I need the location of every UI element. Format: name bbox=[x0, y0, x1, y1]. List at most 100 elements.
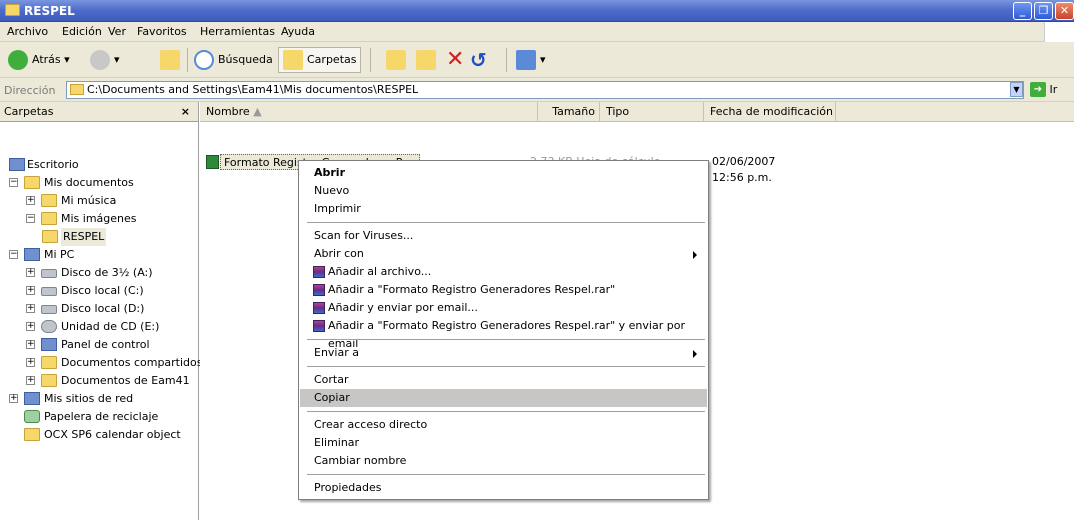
expand-icon[interactable]: + bbox=[26, 286, 35, 295]
file-date: 02/06/2007 12:56 p.m. bbox=[712, 155, 776, 184]
menu-item-anadir-rar-email[interactable]: Añadir a "Formato Registro Generadores R… bbox=[300, 317, 707, 350]
expand-icon[interactable]: + bbox=[26, 376, 35, 385]
menu-item-label: Enviar a bbox=[314, 346, 359, 359]
menu-ver[interactable]: Ver bbox=[108, 25, 126, 38]
context-menu: Abrir Nuevo Imprimir Scan for Viruses...… bbox=[298, 160, 709, 500]
submenu-arrow-icon bbox=[693, 251, 697, 259]
recycle-bin-icon bbox=[24, 410, 40, 423]
expand-icon[interactable]: + bbox=[26, 304, 35, 313]
menu-herramientas[interactable]: Herramientas bbox=[200, 25, 275, 38]
menu-item-anadir-email[interactable]: Añadir y enviar por email... bbox=[300, 299, 707, 317]
menu-item-label: Añadir y enviar por email... bbox=[328, 301, 478, 314]
sort-ascending-icon: ▲ bbox=[253, 105, 262, 118]
menu-item-nuevo[interactable]: Nuevo bbox=[300, 182, 707, 200]
menu-item-abrir[interactable]: Abrir bbox=[300, 164, 707, 182]
copy-to-icon bbox=[416, 50, 436, 70]
tree-item-label: Panel de control bbox=[61, 338, 150, 351]
menu-ayuda[interactable]: Ayuda bbox=[281, 25, 315, 38]
menu-item-label: Añadir al archivo... bbox=[328, 265, 432, 278]
up-folder-button[interactable] bbox=[160, 48, 182, 72]
computer-icon bbox=[24, 248, 40, 261]
column-tamano[interactable]: Tamaño bbox=[538, 102, 600, 122]
menu-item-copiar[interactable]: Copiar bbox=[300, 389, 707, 407]
back-button[interactable]: Atrás ▾ bbox=[8, 48, 70, 72]
up-folder-icon bbox=[160, 50, 180, 70]
expand-icon[interactable]: + bbox=[26, 268, 35, 277]
close-icon[interactable]: × bbox=[181, 102, 190, 121]
tree-item-label: Mis imágenes bbox=[61, 212, 137, 225]
views-button[interactable]: ▾ bbox=[516, 48, 546, 72]
menu-favoritos[interactable]: Favoritos bbox=[137, 25, 187, 38]
tree-item-label: Escritorio bbox=[27, 158, 79, 171]
menu-item-abrir-con[interactable]: Abrir con bbox=[300, 245, 707, 263]
maximize-button[interactable]: ❐ bbox=[1034, 2, 1053, 20]
menu-item-propiedades[interactable]: Propiedades bbox=[300, 479, 707, 497]
tree-item-label: RESPEL bbox=[61, 228, 107, 246]
menu-item-anadir-archivo[interactable]: Añadir al archivo... bbox=[300, 263, 707, 281]
delete-icon[interactable]: ✕ bbox=[446, 48, 464, 72]
menu-separator bbox=[307, 339, 705, 340]
menu-separator bbox=[307, 366, 705, 367]
search-button[interactable]: Búsqueda bbox=[194, 48, 273, 72]
cd-drive-icon bbox=[41, 320, 57, 333]
menu-archivo[interactable]: Archivo bbox=[7, 25, 48, 38]
folder-icon bbox=[41, 374, 57, 387]
menu-separator bbox=[307, 222, 705, 223]
menu-item-crear-acceso[interactable]: Crear acceso directo bbox=[300, 416, 707, 434]
expand-icon[interactable]: + bbox=[26, 196, 35, 205]
folders-button[interactable]: Carpetas bbox=[278, 47, 362, 73]
forward-button[interactable]: ▾ bbox=[90, 48, 120, 72]
menu-item-label: Abrir con bbox=[314, 247, 364, 260]
folder-icon bbox=[283, 50, 303, 70]
forward-arrow-icon bbox=[90, 50, 110, 70]
menu-item-imprimir[interactable]: Imprimir bbox=[300, 200, 707, 218]
address-label: Dirección bbox=[4, 84, 56, 97]
copy-to-button[interactable] bbox=[416, 48, 440, 72]
tree-item-label: OCX SP6 calendar object bbox=[44, 428, 181, 441]
toolbar-separator bbox=[506, 48, 507, 72]
title-bar: RESPEL _ ❐ ✕ bbox=[0, 0, 1074, 22]
back-arrow-icon bbox=[8, 50, 28, 70]
collapse-icon[interactable]: − bbox=[26, 214, 35, 223]
folders-label: Carpetas bbox=[307, 53, 357, 66]
column-nombre[interactable]: Nombre ▲ bbox=[200, 102, 538, 122]
expand-icon[interactable]: + bbox=[26, 358, 35, 367]
menu-item-cortar[interactable]: Cortar bbox=[300, 371, 707, 389]
excel-file-icon bbox=[206, 155, 219, 169]
menu-item-scan-viruses[interactable]: Scan for Viruses... bbox=[300, 227, 707, 245]
collapse-icon[interactable]: − bbox=[9, 178, 18, 187]
move-to-button[interactable] bbox=[386, 48, 410, 72]
address-input[interactable]: C:\Documents and Settings\Eam41\Mis docu… bbox=[66, 81, 1024, 99]
address-bar: Dirección C:\Documents and Settings\Eam4… bbox=[0, 78, 1074, 102]
desktop-icon bbox=[9, 158, 25, 171]
expand-icon[interactable]: + bbox=[9, 394, 18, 403]
tree-item-label: Mi PC bbox=[44, 248, 75, 261]
collapse-icon[interactable]: − bbox=[9, 250, 18, 259]
folder-icon bbox=[24, 428, 40, 441]
menu-item-anadir-rar[interactable]: Añadir a "Formato Registro Generadores R… bbox=[300, 281, 707, 299]
menu-item-eliminar[interactable]: Eliminar bbox=[300, 434, 707, 452]
control-panel-icon bbox=[41, 338, 57, 351]
hard-drive-icon bbox=[41, 287, 57, 296]
menu-item-cambiar-nombre[interactable]: Cambiar nombre bbox=[300, 452, 707, 470]
chevron-down-icon[interactable]: ▼ bbox=[1010, 82, 1023, 97]
expand-icon[interactable]: + bbox=[26, 322, 35, 331]
go-button[interactable]: ➔ Ir bbox=[1030, 82, 1074, 98]
tree-item-label: Mis documentos bbox=[44, 176, 134, 189]
column-tipo[interactable]: Tipo bbox=[600, 102, 704, 122]
undo-icon[interactable]: ↺ bbox=[470, 48, 487, 72]
go-label: Ir bbox=[1049, 83, 1058, 96]
close-button[interactable]: ✕ bbox=[1055, 2, 1074, 20]
column-label: Fecha de modificación bbox=[710, 105, 834, 118]
tree-item-label: Disco local (D:) bbox=[61, 302, 145, 315]
menu-bar: Archivo Edición Ver Favoritos Herramient… bbox=[0, 22, 1074, 42]
column-fecha[interactable]: Fecha de modificación bbox=[704, 102, 836, 122]
menu-edicion[interactable]: Edición bbox=[62, 25, 102, 38]
menu-separator bbox=[307, 474, 705, 475]
minimize-button[interactable]: _ bbox=[1013, 2, 1032, 20]
menu-item-enviar-a[interactable]: Enviar a bbox=[300, 344, 707, 362]
column-label: Tamaño bbox=[552, 105, 595, 118]
tree-item-label: Disco de 3½ (A:) bbox=[61, 266, 153, 279]
expand-icon[interactable]: + bbox=[26, 340, 35, 349]
winrar-icon bbox=[313, 266, 325, 278]
